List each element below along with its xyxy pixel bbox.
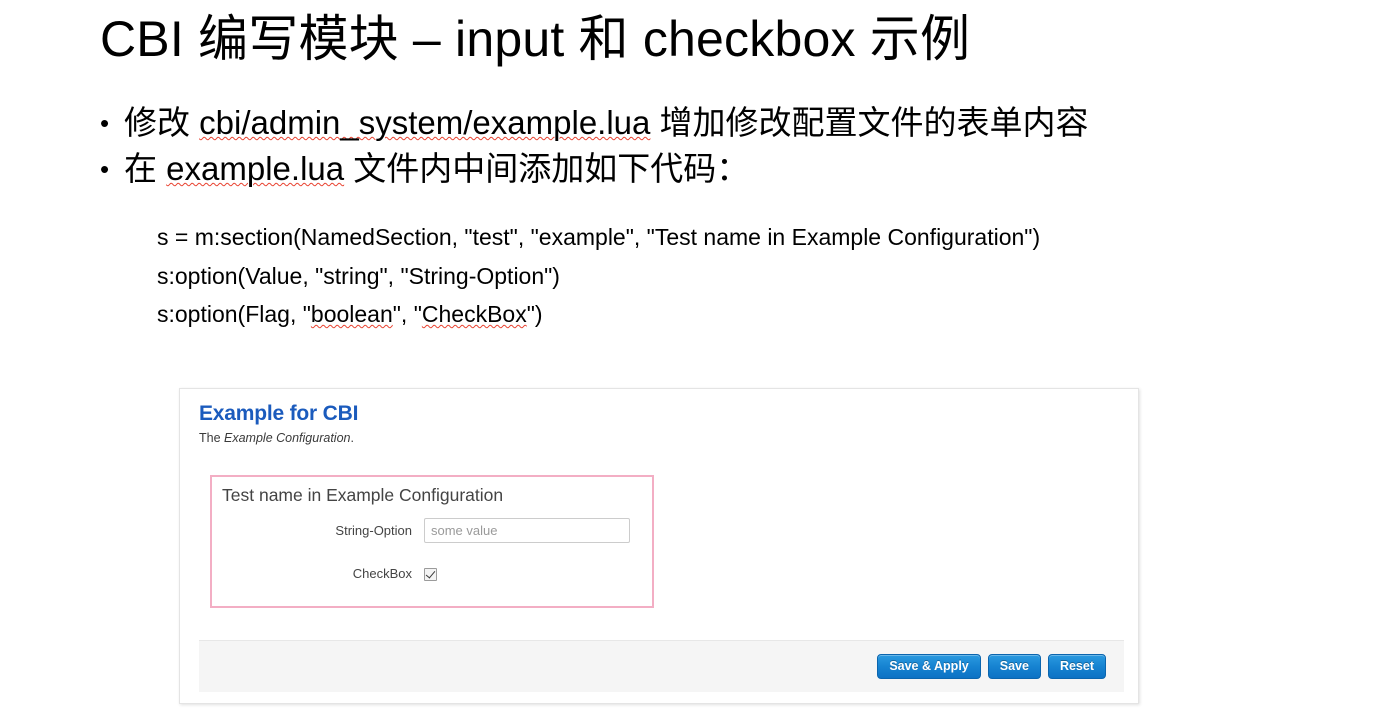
bullet-item-2-text: 在 example.lua 文件内中间添加如下代码：: [124, 146, 1360, 192]
slide-title: CBI 编写模块 – input 和 checkbox 示例: [100, 11, 971, 67]
bullet-1-code: cbi/admin_system/example.lua: [199, 104, 651, 141]
cbi-footer-bar: Save & Apply Save Reset: [199, 640, 1124, 692]
cbi-description-prefix: The: [199, 431, 225, 445]
code-line-3-part-2: ", ": [392, 301, 422, 327]
bullet-2-pre: 在: [124, 150, 167, 187]
bullet-item-1-text: 修改 cbi/admin_system/example.lua 增加修改配置文件…: [124, 100, 1360, 146]
cbi-section: Test name in Example Configuration Strin…: [210, 475, 654, 608]
code-line-3-part-1: s:option(Flag, ": [157, 301, 311, 327]
cbi-page-card: Example for CBI The Example Configuratio…: [179, 388, 1139, 704]
save-and-apply-button[interactable]: Save & Apply: [877, 654, 981, 679]
cbi-field-string-option: String-Option: [212, 518, 652, 543]
bullet-2-code: example.lua: [166, 150, 345, 187]
bullet-item-1: • 修改 cbi/admin_system/example.lua 增加修改配置…: [100, 100, 1360, 146]
bullet-1-post: 增加修改配置文件的表单内容: [650, 104, 1089, 141]
bullet-list: • 修改 cbi/admin_system/example.lua 增加修改配置…: [100, 100, 1360, 192]
cbi-label-string-option: String-Option: [335, 522, 412, 538]
bullet-item-2: • 在 example.lua 文件内中间添加如下代码：: [100, 146, 1360, 192]
cbi-description: The Example Configuration.: [199, 430, 1124, 446]
cbi-description-suffix: .: [350, 431, 354, 445]
code-line-3: s:option(Flag, "boolean", "CheckBox"): [157, 295, 1040, 334]
bullet-1-pre: 修改: [124, 104, 200, 141]
code-line-3-misspelled-2: CheckBox: [421, 301, 527, 327]
code-line-3-part-3: "): [526, 301, 543, 327]
cbi-description-emphasis: Example Configuration: [224, 431, 351, 445]
bullet-2-post: 文件内中间添加如下代码：: [344, 150, 750, 187]
checkbox-input[interactable]: [424, 567, 437, 581]
bullet-marker-icon: •: [100, 154, 110, 184]
cbi-heading: Example for CBI: [199, 402, 359, 425]
reset-button[interactable]: Reset: [1047, 654, 1106, 679]
code-line-1: s = m:section(NamedSection, "test", "exa…: [157, 224, 1041, 250]
save-button[interactable]: Save: [987, 654, 1041, 679]
string-option-input[interactable]: [424, 518, 630, 543]
cbi-section-legend: Test name in Example Configuration: [222, 485, 504, 505]
code-line-2: s:option(Value, "string", "String-Option…: [157, 262, 560, 289]
cbi-field-checkbox: CheckBox: [212, 565, 652, 583]
embedded-screenshot: Example for CBI The Example Configuratio…: [179, 388, 1141, 706]
cbi-page-content: Example for CBI The Example Configuratio…: [199, 402, 1124, 692]
code-block: s = m:section(NamedSection, "test", "exa…: [157, 218, 1040, 334]
cbi-label-checkbox: CheckBox: [352, 566, 412, 581]
bullet-marker-icon: •: [100, 108, 110, 138]
cbi-button-group: Save & Apply Save Reset: [877, 654, 1106, 679]
code-line-3-misspelled-1: boolean: [310, 301, 393, 327]
